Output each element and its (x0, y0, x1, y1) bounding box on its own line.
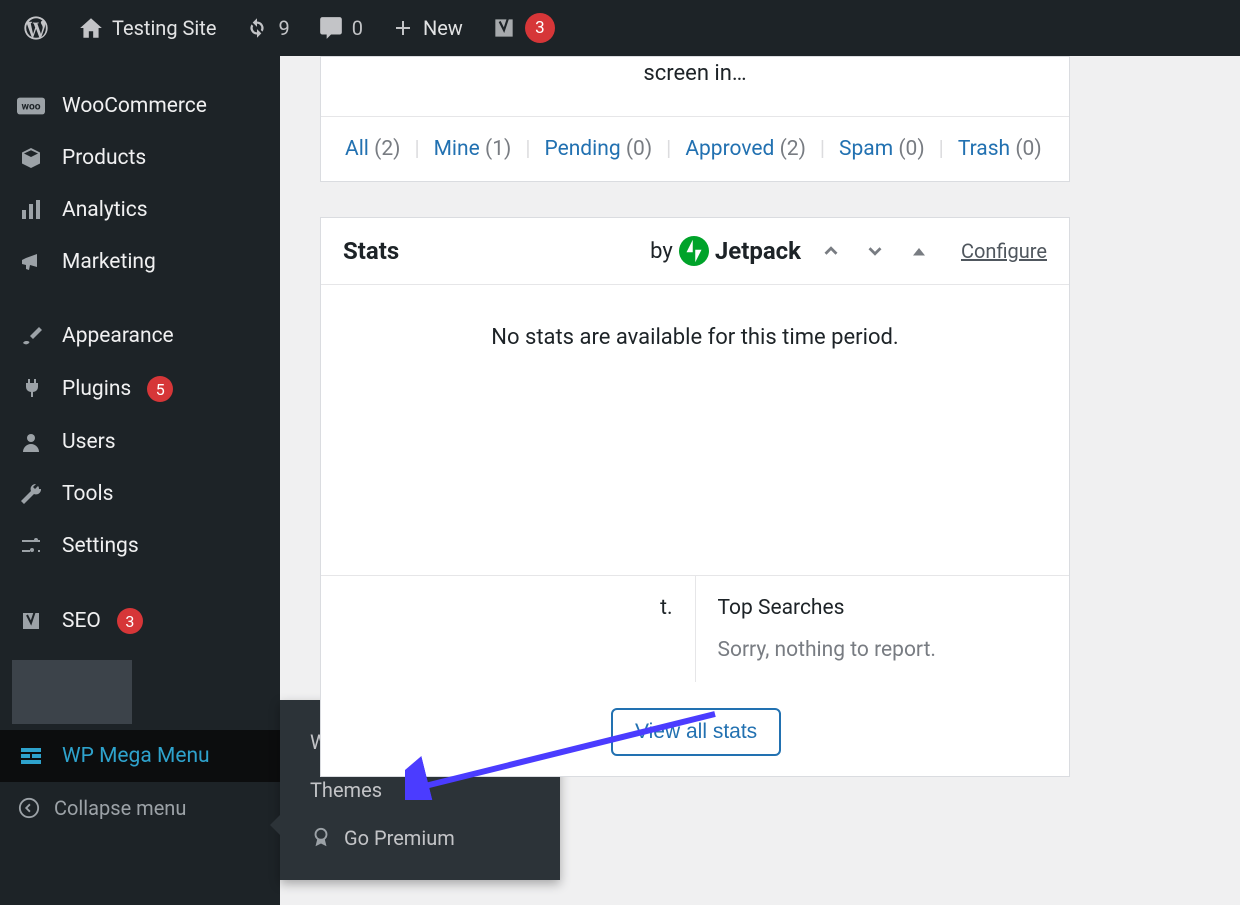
sidebar-label: Tools (62, 482, 113, 506)
filter-mine[interactable]: Mine (1) (434, 137, 512, 161)
sidebar-item-settings[interactable]: Settings (0, 520, 280, 572)
stats-configure-link[interactable]: Configure (961, 239, 1047, 263)
sidebar-item-tools[interactable]: Tools (0, 468, 280, 520)
bars-icon (16, 198, 46, 222)
collapse-icon (18, 797, 40, 819)
new-label: New (423, 16, 463, 40)
comments-widget: screen in… All (2)| Mine (1)| Pending (0… (320, 56, 1070, 182)
sidebar-label: WP Mega Menu (62, 744, 210, 768)
yoast-icon (491, 15, 517, 41)
sidebar-item-wp-mega-menu[interactable]: WP Mega Menu (0, 730, 280, 782)
comments-text-truncated: screen in… (321, 57, 1069, 116)
box-icon (16, 146, 46, 170)
chevron-down-icon (864, 240, 886, 262)
home-icon (78, 15, 104, 41)
stats-prev-button[interactable] (817, 237, 845, 265)
comments-count: 0 (352, 16, 363, 40)
wordpress-icon (22, 14, 50, 42)
plug-icon (16, 377, 46, 401)
admin-sidebar: woo WooCommerce Products Analytics Marke… (0, 56, 280, 905)
updates-count: 9 (278, 16, 289, 40)
sidebar-item-appearance[interactable]: Appearance (0, 310, 280, 362)
woocommerce-icon: woo (16, 94, 46, 118)
stats-col-left: t. (321, 576, 695, 682)
svg-text:woo: woo (21, 100, 40, 113)
sidebar-label: Users (62, 430, 116, 454)
filter-trash[interactable]: Trash (0) (958, 137, 1042, 161)
wp-logo[interactable] (8, 0, 64, 56)
updates-link[interactable]: 9 (230, 0, 303, 56)
filter-pending[interactable]: Pending (0) (544, 137, 652, 161)
sidebar-label: SEO (62, 609, 101, 633)
comment-icon (318, 15, 344, 41)
triangle-up-icon (910, 242, 928, 260)
megamenu-icon (16, 744, 46, 768)
user-icon (16, 430, 46, 454)
seo-badge: 3 (117, 608, 143, 634)
sidebar-label: Appearance (62, 324, 174, 348)
sidebar-item-seo[interactable]: SEO 3 (0, 594, 280, 648)
stats-next-button[interactable] (861, 237, 889, 265)
filter-all[interactable]: All (2) (345, 137, 400, 161)
site-link[interactable]: Testing Site (64, 0, 230, 56)
stats-empty-message: No stats are available for this time per… (321, 285, 1069, 370)
sidebar-label: Marketing (62, 250, 156, 274)
filter-approved[interactable]: Approved (2) (685, 137, 806, 161)
sidebar-label: WooCommerce (62, 94, 207, 118)
megaphone-icon (16, 250, 46, 274)
top-searches-title: Top Searches (718, 596, 1048, 620)
jetpack-logo: Jetpack (679, 236, 801, 266)
sidebar-label: Plugins (62, 377, 131, 401)
yoast-icon (16, 609, 46, 633)
sidebar-item-woocommerce[interactable]: woo WooCommerce (0, 80, 280, 132)
filter-spam[interactable]: Spam (0) (839, 137, 925, 161)
comments-link[interactable]: 0 (304, 0, 377, 56)
refresh-icon (244, 15, 270, 41)
plugins-badge: 5 (147, 376, 173, 402)
sidebar-item-analytics[interactable]: Analytics (0, 184, 280, 236)
sidebar-item-plugins[interactable]: Plugins 5 (0, 362, 280, 416)
main-content: screen in… All (2)| Mine (1)| Pending (0… (280, 56, 1240, 905)
admin-toolbar: Testing Site 9 0 New 3 (0, 0, 1240, 56)
stats-title: Stats (343, 237, 399, 265)
yoast-link[interactable]: 3 (477, 0, 569, 56)
stats-collapse-button[interactable] (905, 237, 933, 265)
view-all-stats-button[interactable]: View all stats (611, 708, 781, 756)
collapse-menu[interactable]: Collapse menu (0, 782, 280, 834)
sidebar-label: Settings (62, 534, 139, 558)
sidebar-item-products[interactable]: Products (0, 132, 280, 184)
stats-col-right: Top Searches Sorry, nothing to report. (695, 576, 1070, 682)
sidebar-label: Analytics (62, 198, 148, 222)
sidebar-item-marketing[interactable]: Marketing (0, 236, 280, 288)
new-content-link[interactable]: New (377, 0, 477, 56)
top-searches-empty: Sorry, nothing to report. (718, 638, 1048, 662)
site-name: Testing Site (112, 16, 216, 40)
chevron-up-icon (820, 240, 842, 262)
wrench-icon (16, 482, 46, 506)
sidebar-item-users[interactable]: Users (0, 416, 280, 468)
stats-widget: Stats by Jetpack Configure No stats are … (320, 217, 1070, 777)
notifications-badge: 3 (525, 13, 555, 43)
plus-icon (391, 16, 415, 40)
sidebar-item-placeholder[interactable] (12, 660, 132, 724)
jetpack-icon (679, 236, 709, 266)
sliders-icon (16, 534, 46, 558)
stats-header: Stats by Jetpack Configure (321, 218, 1069, 285)
stats-by-label: by (650, 239, 673, 264)
brush-icon (16, 324, 46, 348)
comments-filter-bar: All (2)| Mine (1)| Pending (0)| Approved… (321, 116, 1069, 181)
stats-columns: t. Top Searches Sorry, nothing to report… (321, 575, 1069, 682)
collapse-label: Collapse menu (54, 796, 186, 820)
sidebar-label: Products (62, 146, 146, 170)
stats-left-trailing: t. (343, 596, 673, 620)
